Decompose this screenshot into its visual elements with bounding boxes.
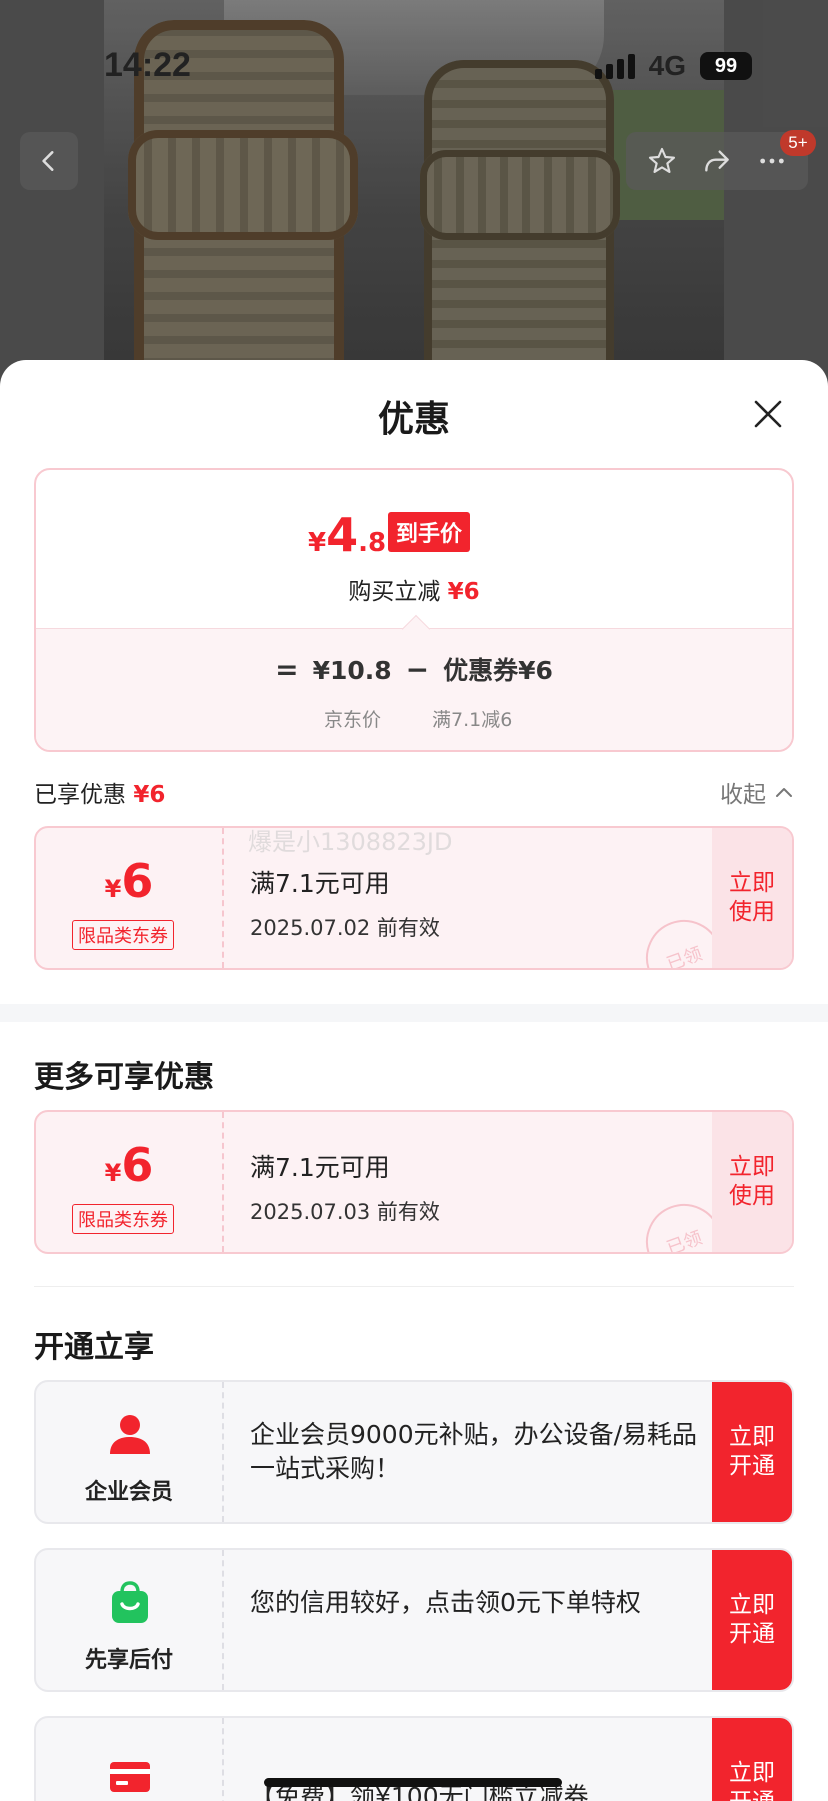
member-left: 先享后付 (36, 1550, 224, 1690)
battery-icon: 99 (700, 52, 752, 80)
coupon-currency: ¥ (104, 1159, 122, 1187)
watermark: 爆是小1308823JD (248, 828, 453, 856)
coupon-rule: 满7.1减6 (432, 709, 513, 731)
final-price-currency: ¥ (308, 528, 327, 558)
final-price-tag: 到手价 (388, 512, 471, 552)
card-icon (110, 1762, 150, 1792)
divider (34, 1286, 794, 1287)
close-button[interactable] (748, 394, 788, 434)
sheet-title: 优惠 (377, 399, 450, 440)
member-description: 企业会员9000元补贴，办公设备/易耗品一站式采购！ (250, 1420, 698, 1483)
reduce-line: 购买立减 ¥6 (36, 572, 792, 606)
discount-sheet: 优惠 ¥ 4 .8 到手价 购买立减 ¥6 = ¥10.8 − 优惠券¥6 京东… (0, 360, 828, 1801)
coupon-condition: 满7.1元可用 (250, 1153, 390, 1182)
collapse-button[interactable]: 收起 (720, 775, 794, 809)
coupon-value: 6 (121, 1138, 154, 1192)
open-now-button[interactable]: 立即开通 (712, 1550, 792, 1690)
message-badge: 5+ (780, 130, 816, 156)
enjoyed-discount-row: 已享优惠 ¥6 收起 (34, 772, 794, 812)
jd-price: ¥10.8 (312, 656, 392, 685)
star-icon[interactable] (646, 145, 678, 177)
member-card-pay-later[interactable]: 先享后付 您的信用较好，点击领0元下单特权 立即开通 (34, 1548, 794, 1692)
open-benefits-title: 开通立享 (34, 1330, 154, 1365)
final-price-decimal: .8 (358, 528, 387, 558)
close-icon (754, 400, 782, 428)
coupon-validity: 2025.07.03 前有效 (250, 1200, 440, 1224)
chevron-up-icon (776, 788, 792, 797)
price-summary-card: ¥ 4 .8 到手价 购买立减 ¥6 = ¥10.8 − 优惠券¥6 京东价 满… (34, 468, 794, 752)
open-now-label: 立即开通 (729, 1424, 775, 1479)
final-price-integer: 4 (326, 508, 359, 562)
equals-sign: = (275, 653, 299, 686)
coupon-value: 6 (121, 854, 154, 908)
member-label: 先享后付 (84, 1648, 173, 1673)
person-icon (110, 1415, 150, 1454)
use-coupon-label: 立即使用 (729, 870, 775, 925)
member-left (36, 1718, 224, 1801)
coupon-currency: ¥ (104, 875, 122, 903)
coupon-left: ¥6 限品类东券 (36, 828, 224, 968)
jd-price-label: 京东价 (324, 709, 382, 731)
signal-icon (594, 53, 635, 79)
member-card-enterprise[interactable]: 企业会员 企业会员9000元补贴，办公设备/易耗品一站式采购！ 立即开通 (34, 1380, 794, 1524)
open-now-button[interactable]: 立即开通 (712, 1382, 792, 1522)
member-description: 您的信用较好，点击领0元下单特权 (250, 1588, 641, 1617)
reduce-amount: ¥6 (447, 579, 480, 605)
network-type: 4G (648, 50, 686, 81)
reduce-label: 购买立减 (348, 579, 441, 605)
open-now-button[interactable]: 立即开通 (712, 1718, 792, 1801)
coupon-amount: ¥6 (36, 1138, 222, 1192)
final-price: ¥ 4 .8 (308, 508, 386, 562)
price-formula: = ¥10.8 − 优惠券¥6 (36, 651, 792, 687)
coupon-condition: 满7.1元可用 (250, 869, 390, 898)
enjoyed-label: 已享优惠 ¥6 (34, 775, 165, 809)
use-coupon-button[interactable]: 立即使用 (712, 828, 792, 968)
final-price-area: ¥ 4 .8 到手价 购买立减 ¥6 (36, 470, 792, 628)
enjoyed-text: 已享优惠 (34, 782, 126, 808)
open-now-label: 立即开通 (729, 1592, 775, 1647)
member-left: 企业会员 (36, 1382, 224, 1522)
back-button[interactable] (20, 132, 78, 190)
coupon-type: 限品类东券 (72, 1204, 174, 1234)
coupon-deduction: 优惠券¥6 (443, 656, 553, 685)
shopping-bag-icon (112, 1581, 148, 1623)
coupon-type: 限品类东券 (72, 920, 174, 950)
coupon-left: ¥6 限品类东券 (36, 1112, 224, 1252)
minus-sign: − (405, 653, 430, 686)
collapse-label: 收起 (720, 782, 766, 808)
section-separator (0, 1004, 828, 1022)
status-time: 14:22 (104, 46, 191, 84)
home-indicator (264, 1778, 562, 1787)
more-discounts-title: 更多可享优惠 (34, 1060, 214, 1095)
share-icon[interactable] (701, 145, 733, 177)
use-coupon-label: 立即使用 (729, 1154, 775, 1209)
status-indicators: 4G 99 (594, 50, 752, 82)
enjoyed-amount: ¥6 (133, 782, 166, 808)
member-card-free-coupon[interactable]: 【免费】领¥100无门槛立减券 立即开通 (34, 1716, 794, 1801)
open-now-label: 立即开通 (729, 1760, 775, 1801)
coupon-validity: 2025.07.02 前有效 (250, 916, 440, 940)
price-formula-area: = ¥10.8 − 优惠券¥6 京东价 满7.1减6 (36, 614, 792, 750)
coupon-card[interactable]: ¥6 限品类东券 满7.1元可用 2025.07.03 前有效 已领 立即使用 (34, 1110, 794, 1254)
use-coupon-button[interactable]: 立即使用 (712, 1112, 792, 1252)
coupon-amount: ¥6 (36, 854, 222, 908)
member-label: 企业会员 (84, 1480, 173, 1505)
chevron-left-icon (42, 151, 54, 171)
